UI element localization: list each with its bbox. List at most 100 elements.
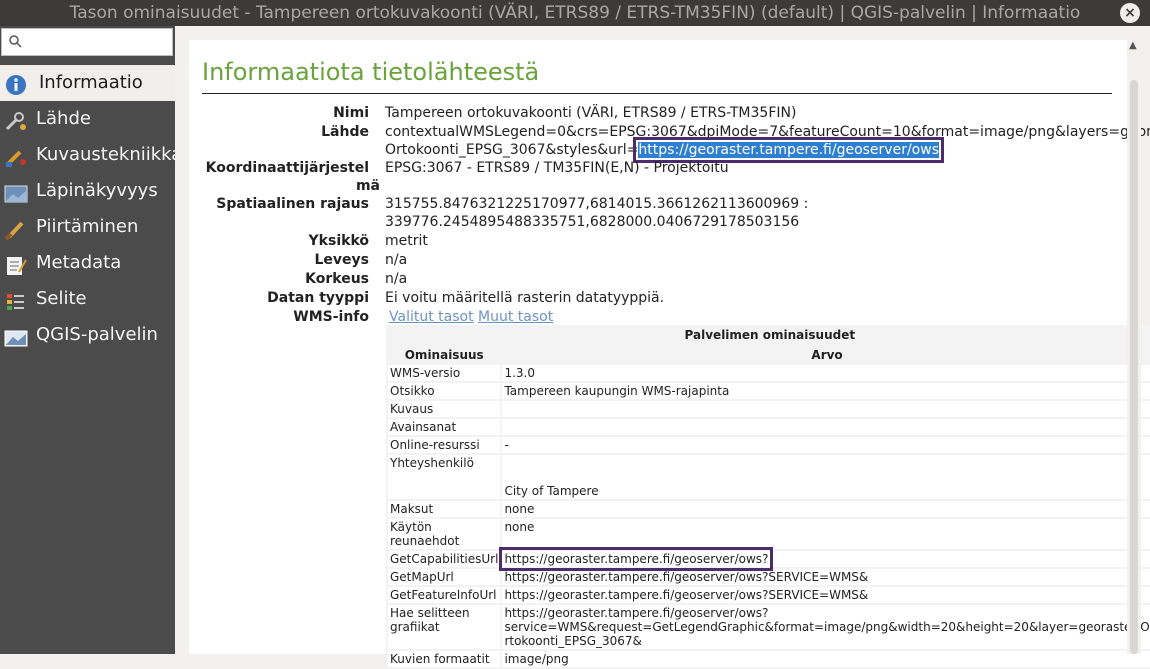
sidebar-item-metadata[interactable]: Metadata: [0, 245, 175, 281]
table-cell: Tampereen kaupungin WMS-rajapinta: [502, 383, 1150, 399]
source-prefix: Ortokoonti_EPSG_3067&styles&url=: [385, 142, 639, 158]
table-row: Online-resurssi -: [388, 437, 1150, 453]
table-cell: Kuvien formaatit: [388, 651, 501, 667]
sidebar-item-qgis-palvelin[interactable]: QGIS-palvelin: [0, 317, 175, 353]
field-value: Tampereen ortokuvakoonti (VÄRI, ETRS89 /…: [385, 105, 797, 121]
table-cell: image/png: [502, 651, 1150, 667]
table-cell: Käytön reunaehdot: [388, 519, 501, 549]
field-value: Ortokoonti_EPSG_3067&styles&url=https://…: [385, 137, 944, 163]
close-icon[interactable]: ×: [1120, 3, 1140, 23]
source-url-link[interactable]: https://georaster.tampere.fi/geoserver/o…: [633, 137, 944, 163]
sidebar-item-label: Kuvaustekniikka: [36, 144, 183, 165]
other-layers-link[interactable]: Muut tasot: [478, 309, 553, 325]
info-panel: Informaatiota tietolähteestä Nimi Tamper…: [189, 40, 1150, 669]
sidebar-item-label: Selite: [36, 288, 87, 309]
field-value: n/a: [385, 271, 408, 287]
table-cell: Avainsanat: [388, 419, 501, 435]
table-cell: GetMapUrl: [388, 569, 501, 585]
field-value: contextualWMSLegend=0&crs=EPSG:3067&dpiM…: [385, 124, 1150, 140]
page-title: Informaatiota tietolähteestä: [202, 58, 540, 86]
table-caption: Palvelimen ominaisuudet: [388, 327, 1150, 345]
scroll-up-icon[interactable]: ▲: [1129, 40, 1137, 51]
field-label: WMS-info: [293, 309, 369, 325]
window-title-bar: Tason ominaisuudet - Tampereen ortokuvak…: [0, 0, 1150, 26]
paintbrush-icon: [4, 145, 28, 167]
table-row: GetFeatureInfoUrl https://georaster.tampe…: [388, 587, 1150, 603]
table-cell: Online-resurssi: [388, 437, 501, 453]
table-cell: GetCapabilitiesUrl: [388, 551, 501, 567]
server-icon: [4, 325, 28, 347]
table-cell: WMS-versio: [388, 365, 501, 381]
column-header: Arvo: [502, 347, 1150, 363]
sidebar-item-label: Metadata: [36, 252, 122, 273]
table-row: Avainsanat: [388, 419, 1150, 435]
table-cell: [502, 419, 1150, 435]
wrench-icon: [4, 109, 28, 131]
table-cell: GetFeatureInfoUrl: [388, 587, 501, 603]
table-cell: https://georaster.tampere.fi/geoserver/o…: [502, 605, 1150, 649]
field-label: Spatiaalinen rajaus: [216, 196, 369, 212]
table-cell: [502, 401, 1150, 417]
server-properties-table: Palvelimen ominaisuudet Ominaisuus Arvo …: [386, 325, 1150, 669]
column-header: Ominaisuus: [388, 347, 501, 363]
table-row: Yhteyshenkilö City of Tampere: [388, 455, 1150, 499]
table-row: GetMapUrl https://georaster.tampere.fi/ge…: [388, 569, 1150, 585]
getcapabilities-url[interactable]: https://georaster.tampere.fi/geoserver/o…: [499, 547, 774, 571]
table-cell: City of Tampere: [502, 455, 1150, 499]
vertical-scrollbar[interactable]: ▲: [1127, 40, 1141, 654]
field-label: Leveys: [314, 252, 370, 268]
sidebar-item-selite[interactable]: Selite: [0, 281, 175, 317]
table-cell: https://georaster.tampere.fi/geoserver/o…: [502, 587, 1150, 603]
sidebar-item-label: Informaatio: [39, 72, 143, 93]
legend-url-line: service=WMS&request=GetLegendGraphic&for…: [504, 620, 1150, 634]
table-row: Kuvaus: [388, 401, 1150, 417]
divider: [202, 93, 1112, 94]
table-row: Hae selitteen grafiikat https://georaster…: [388, 605, 1150, 649]
sidebar-item-piirtaminen[interactable]: Piirtäminen: [0, 209, 175, 245]
sidebar-item-label: Piirtäminen: [36, 216, 139, 237]
search-icon: [9, 35, 22, 52]
sidebar: Informaatio Lähde Kuvaustekniikka Läpinä…: [0, 26, 182, 654]
sidebar-item-lahde[interactable]: Lähde: [0, 101, 175, 137]
field-value: Ei voitu määritellä rasterin datatyyppiä…: [385, 290, 665, 306]
field-label: Koordinaattijärjestel: [205, 160, 369, 176]
table-cell: Hae selitteen grafiikat: [388, 605, 501, 649]
table-cell: Kuvaus: [388, 401, 501, 417]
field-label: Lähde: [321, 124, 369, 140]
scrollbar-thumb[interactable]: [1130, 80, 1138, 654]
field-label: Yksikkö: [308, 233, 369, 249]
table-cell: none: [502, 501, 1150, 517]
field-value: n/a: [385, 252, 408, 268]
field-value: EPSG:3067 - ETRS89 / TM35FIN(E,N) - Proj…: [385, 160, 729, 176]
search-input[interactable]: [1, 28, 173, 56]
info-icon: [4, 73, 28, 95]
sidebar-item-lapinakyvyys[interactable]: Läpinäkyvyys: [0, 173, 175, 209]
table-row: Käytön reunaehdot none: [388, 519, 1150, 549]
table-cell: Maksut: [388, 501, 501, 517]
sidebar-item-label: QGIS-palvelin: [36, 324, 158, 345]
table-cell: https://georaster.tampere.fi/geoserver/o…: [499, 547, 1150, 571]
table-row: Otsikko Tampereen kaupungin WMS-rajapinta: [388, 383, 1150, 399]
table-row: Maksut none: [388, 501, 1150, 517]
table-cell: none: [502, 519, 1150, 549]
transparency-icon: [4, 181, 28, 203]
sidebar-item-kuvaustekniikka[interactable]: Kuvaustekniikka: [0, 137, 182, 173]
sidebar-item-label: Lähde: [36, 108, 91, 129]
selected-layers-link[interactable]: Valitut tasot: [389, 309, 474, 325]
metadata-icon: [4, 253, 28, 275]
field-label: Nimi: [333, 105, 369, 121]
sidebar-item-informaatio[interactable]: Informaatio: [0, 65, 175, 101]
sidebar-item-label: Läpinäkyvyys: [36, 180, 158, 201]
table-row: Kuvien formaatit image/png: [388, 651, 1150, 667]
legend-icon: [4, 289, 28, 310]
sidebar-nav: Informaatio Lähde Kuvaustekniikka Läpinä…: [0, 65, 182, 353]
table-cell: 1.3.0: [502, 365, 1150, 381]
field-value: Valitut tasot Muut tasot: [389, 309, 553, 325]
table-row: WMS-versio 1.3.0: [388, 365, 1150, 381]
splitter-handle[interactable]: [175, 26, 189, 654]
table-cell: https://georaster.tampere.fi/geoserver/o…: [502, 569, 1150, 585]
field-label: mä: [355, 178, 380, 194]
table-cell: -: [502, 437, 1150, 453]
legend-url-line: rtokoonti_EPSG_3067&: [504, 634, 642, 648]
field-label: Datan tyyppi: [267, 290, 369, 306]
